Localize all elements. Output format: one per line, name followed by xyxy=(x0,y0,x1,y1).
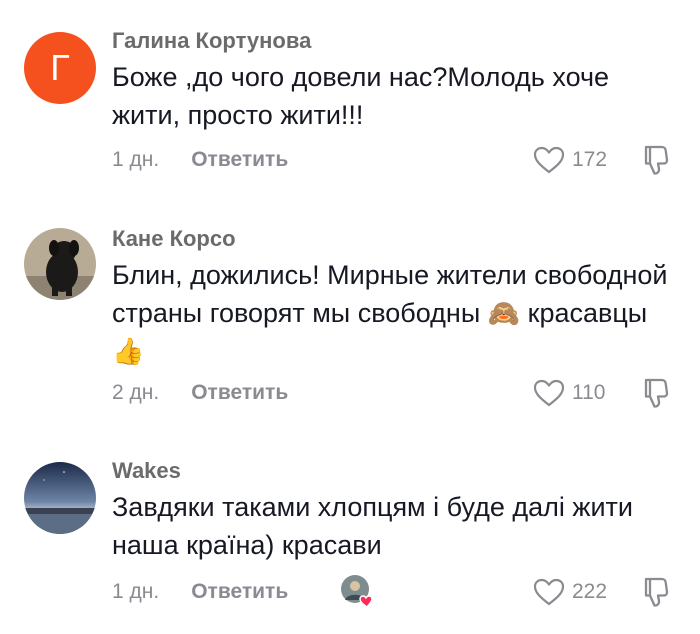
heart-outline-icon xyxy=(533,379,565,407)
thumbs-up-emoji: 👍 xyxy=(112,336,145,366)
dislike-icon xyxy=(644,577,669,607)
dislike-button[interactable] xyxy=(640,142,674,183)
reply-button[interactable]: Ответить xyxy=(191,148,288,172)
heart-outline-icon xyxy=(533,146,565,174)
avatar[interactable] xyxy=(24,228,96,300)
comment-text: Боже ,до чого довели нас?Молодь хоче жит… xyxy=(112,62,610,130)
comment-meta: 1 дн. Ответить xyxy=(112,145,288,175)
heart-outline-icon xyxy=(533,578,565,606)
comment-text-part2: красавцы xyxy=(527,298,648,328)
like-button[interactable]: 172 xyxy=(532,145,607,175)
dislike-button[interactable] xyxy=(640,375,674,416)
username[interactable]: Галина Кортунова xyxy=(112,28,311,54)
like-count: 172 xyxy=(572,148,608,171)
dislike-icon xyxy=(644,145,669,175)
avatar-letter: Г xyxy=(50,47,70,88)
dog-avatar-image xyxy=(24,228,96,300)
creator-liked-badge xyxy=(340,574,373,609)
timestamp: 2 дн. xyxy=(112,381,160,404)
night-sky-avatar-image xyxy=(24,462,96,534)
timestamp: 1 дн. xyxy=(112,148,160,171)
like-button[interactable]: 222 xyxy=(532,577,607,607)
reply-button[interactable]: Ответить xyxy=(191,381,288,405)
avatar[interactable]: Г xyxy=(24,32,96,104)
comment-meta: 1 дн. Ответить xyxy=(112,577,288,607)
comment-text: Завдяки таками хлопцям і буде далі жити … xyxy=(112,492,633,560)
creator-avatar-icon xyxy=(341,575,373,609)
username[interactable]: Кане Корсо xyxy=(112,226,236,252)
reply-button[interactable]: Ответить xyxy=(191,580,288,604)
comment-meta: 2 дн. Ответить xyxy=(112,378,288,408)
like-count: 110 xyxy=(572,381,606,404)
see-no-evil-monkey-emoji: 🙈 xyxy=(487,298,521,328)
timestamp: 1 дн. xyxy=(112,580,160,603)
dislike-icon xyxy=(644,378,669,408)
comment-text: Блин, дожились! Мирные жители свободной … xyxy=(112,256,672,370)
dislike-button[interactable] xyxy=(640,574,674,615)
creator-liked-heart-icon xyxy=(359,595,373,609)
like-button[interactable]: 110 xyxy=(532,378,605,408)
like-count: 222 xyxy=(572,580,608,603)
avatar[interactable] xyxy=(24,462,96,534)
username[interactable]: Wakes xyxy=(112,458,181,484)
